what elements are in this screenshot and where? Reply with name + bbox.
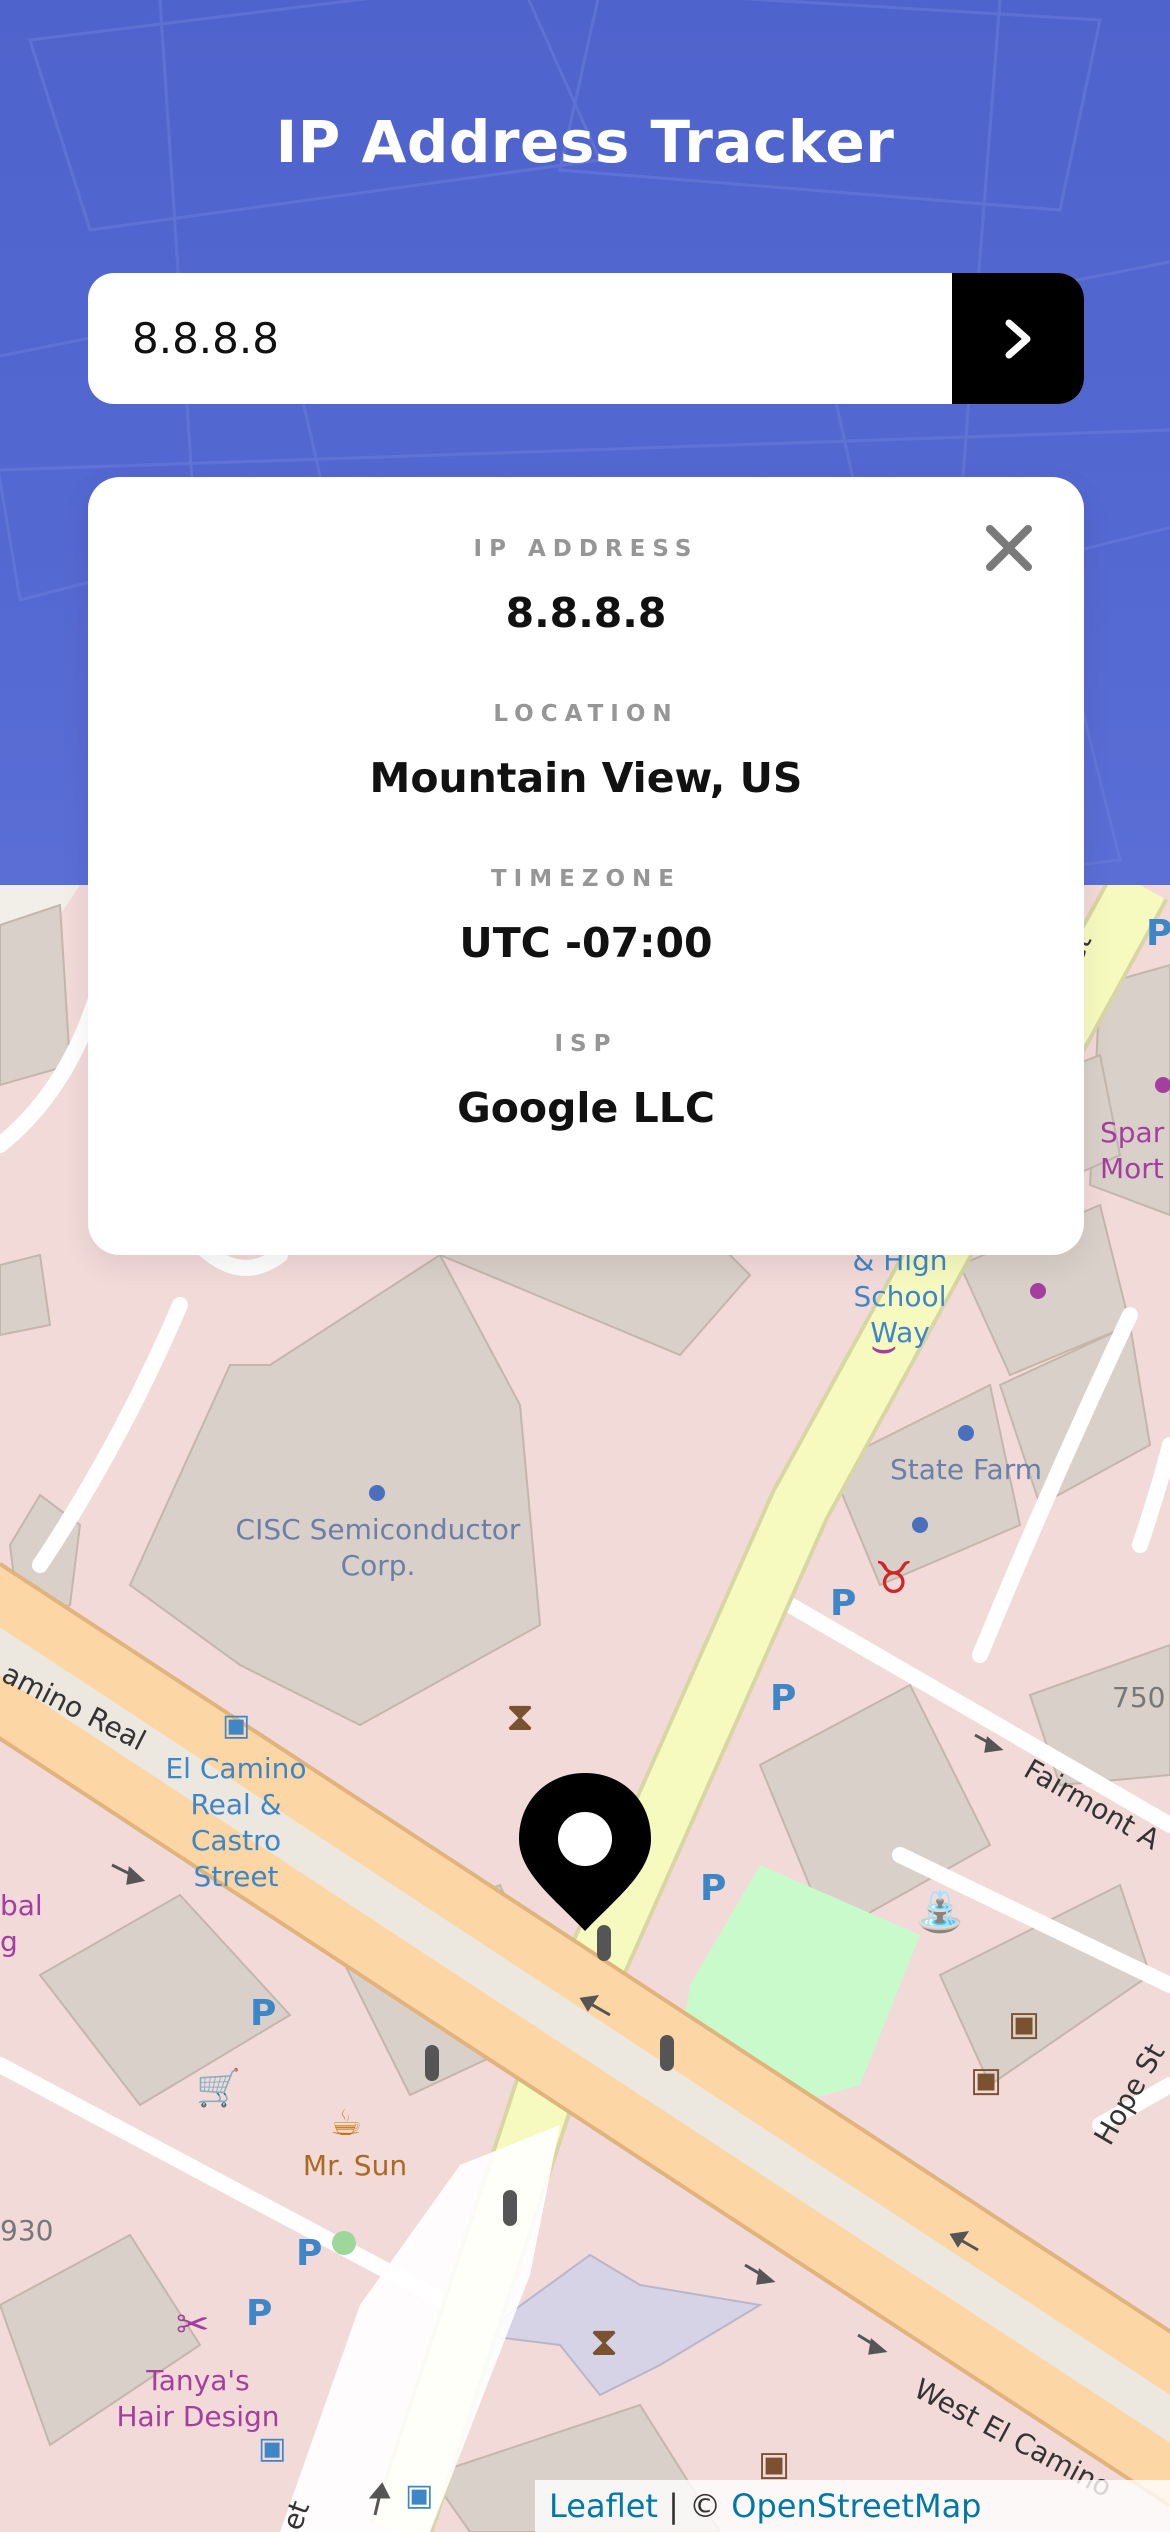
location-value: Mountain View, US xyxy=(369,754,803,802)
svg-text:P: P xyxy=(296,2233,322,2274)
isp-value: Google LLC xyxy=(457,1084,715,1132)
svg-text:☕: ☕ xyxy=(330,2103,362,2144)
svg-text:🛒: 🛒 xyxy=(196,2067,241,2109)
location-label: LOCATION xyxy=(493,701,679,727)
svg-text:Hair Design: Hair Design xyxy=(116,2400,279,2433)
ip-info-card: IP ADDRESS 8.8.8.8 LOCATION Mountain Vie… xyxy=(88,477,1084,1255)
svg-text:Real &: Real & xyxy=(190,1788,281,1821)
svg-text:bal: bal xyxy=(0,1889,43,1922)
svg-text:✂: ✂ xyxy=(176,2302,210,2348)
svg-text:♉: ♉ xyxy=(874,1553,913,1604)
svg-text:Castro: Castro xyxy=(191,1824,281,1857)
svg-text:School: School xyxy=(854,1280,947,1313)
svg-text:930: 930 xyxy=(0,2214,53,2247)
svg-text:P: P xyxy=(700,1868,726,1909)
svg-text:P: P xyxy=(770,1678,796,1719)
svg-text:Corp.: Corp. xyxy=(341,1549,416,1582)
map-label-cisc: CISC Semiconductor xyxy=(236,1513,521,1546)
svg-text:Mort: Mort xyxy=(1100,1152,1164,1185)
map-label-state-farm: State Farm xyxy=(890,1453,1042,1486)
svg-text:Spar: Spar xyxy=(1100,1116,1165,1149)
svg-text:⛲: ⛲ xyxy=(915,1888,965,1935)
isp-label: ISP xyxy=(554,1031,618,1057)
svg-text:⧗: ⧗ xyxy=(590,2319,618,2365)
svg-text:P: P xyxy=(250,1993,276,2034)
ip-address-value: 8.8.8.8 xyxy=(505,589,667,637)
map-attribution: Leaflet | © OpenStreetMap contributors xyxy=(535,2480,1170,2532)
svg-text:Way: Way xyxy=(870,1316,930,1349)
osm-link[interactable]: OpenStreetMap xyxy=(731,2487,981,2525)
ip-search-input[interactable] xyxy=(88,273,952,404)
svg-text:750: 750 xyxy=(1112,1681,1165,1714)
svg-text:▣: ▣ xyxy=(405,2478,433,2513)
timezone-label: TIMEZONE xyxy=(490,866,682,892)
svg-text:Mr. Sun: Mr. Sun xyxy=(303,2149,407,2182)
chevron-right-icon xyxy=(1005,319,1031,358)
svg-text:▣: ▣ xyxy=(758,2444,790,2484)
svg-text:g: g xyxy=(0,1925,18,1958)
search-submit-button[interactable] xyxy=(952,273,1084,404)
search-bar xyxy=(88,273,1084,404)
timezone-value: UTC -07:00 xyxy=(459,919,713,967)
svg-text:▣: ▣ xyxy=(258,2431,286,2466)
svg-text:⧗: ⧗ xyxy=(506,1694,534,1740)
svg-text:▣: ▣ xyxy=(970,2060,1002,2100)
svg-text:▣: ▣ xyxy=(222,1708,250,1743)
svg-text:P: P xyxy=(1146,913,1170,954)
location-pin-icon[interactable] xyxy=(515,1769,655,1935)
svg-text:Street: Street xyxy=(193,1860,278,1893)
svg-text:Tanya's: Tanya's xyxy=(145,2364,249,2397)
ip-address-label: IP ADDRESS xyxy=(473,536,699,562)
svg-text:P: P xyxy=(246,2293,272,2334)
leaflet-link[interactable]: Leaflet xyxy=(549,2487,658,2525)
svg-text:P: P xyxy=(830,1583,856,1624)
page-title: IP Address Tracker xyxy=(275,108,895,176)
map-label-stop: El Camino xyxy=(165,1752,306,1785)
svg-text:▣: ▣ xyxy=(1008,2004,1040,2044)
